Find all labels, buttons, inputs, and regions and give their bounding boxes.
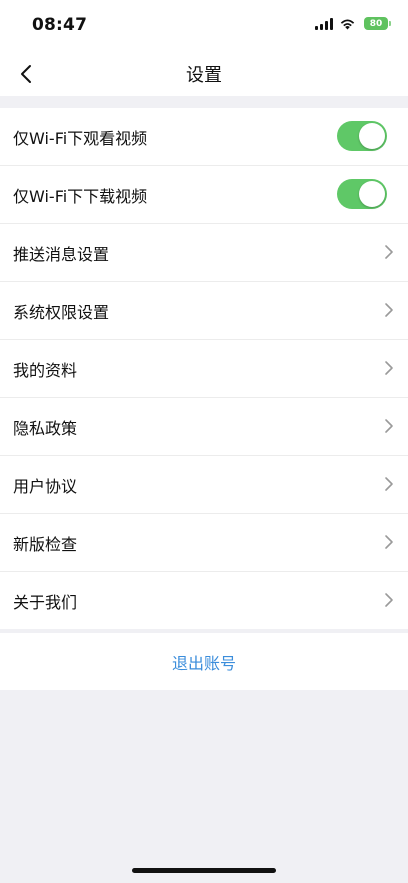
settings-item-label: 我的资料 xyxy=(13,360,78,380)
logout-button[interactable]: 退出账号 xyxy=(172,650,236,674)
nav-bar: 设置 xyxy=(0,52,408,96)
settings-item-label: 仅Wi-Fi下观看视频 xyxy=(13,128,148,148)
chevron-right-icon xyxy=(385,593,393,607)
toggle-knob xyxy=(359,181,385,207)
settings-item-label: 关于我们 xyxy=(13,592,78,612)
battery-level: 80 xyxy=(369,18,383,29)
wifi-icon xyxy=(340,19,355,30)
settings-item-label: 用户协议 xyxy=(13,476,78,496)
home-indicator[interactable] xyxy=(132,868,276,873)
settings-item-label: 仅Wi-Fi下下载视频 xyxy=(13,186,148,206)
page-title: 设置 xyxy=(186,65,222,86)
chevron-right-icon xyxy=(385,361,393,375)
settings-item-agreement[interactable]: 用户协议 xyxy=(0,456,408,514)
settings-item-about[interactable]: 关于我们 xyxy=(0,572,408,629)
settings-item-privacy[interactable]: 隐私政策 xyxy=(0,398,408,456)
signal-icon xyxy=(315,17,333,30)
settings-item-wifi-watch: 仅Wi-Fi下观看视频 xyxy=(0,108,408,166)
chevron-right-icon xyxy=(385,535,393,549)
chevron-right-icon xyxy=(385,477,393,491)
chevron-right-icon xyxy=(385,245,393,259)
settings-item-label: 推送消息设置 xyxy=(13,244,110,264)
section-divider xyxy=(0,96,408,108)
settings-item-label: 隐私政策 xyxy=(13,418,78,438)
toggle-knob xyxy=(359,123,385,149)
settings-item-push[interactable]: 推送消息设置 xyxy=(0,224,408,282)
settings-item-label: 系统权限设置 xyxy=(13,302,110,322)
logout-section: 退出账号 xyxy=(0,633,408,690)
settings-item-label: 新版检查 xyxy=(13,534,78,554)
chevron-right-icon xyxy=(385,419,393,433)
settings-item-wifi-download: 仅Wi-Fi下下载视频 xyxy=(0,166,408,224)
settings-item-profile[interactable]: 我的资料 xyxy=(0,340,408,398)
settings-item-permissions[interactable]: 系统权限设置 xyxy=(0,282,408,340)
status-time: 08:47 xyxy=(32,15,88,35)
status-bar: 08:47 80 xyxy=(0,0,408,52)
chevron-right-icon xyxy=(385,303,393,317)
status-icons: 80 xyxy=(315,17,391,30)
wifi-download-toggle[interactable] xyxy=(337,179,387,209)
battery-icon: 80 xyxy=(364,17,391,30)
settings-item-update[interactable]: 新版检查 xyxy=(0,514,408,572)
wifi-watch-toggle[interactable] xyxy=(337,121,387,151)
settings-list: 仅Wi-Fi下观看视频 仅Wi-Fi下下载视频 推送消息设置 系统权限设置 我的… xyxy=(0,108,408,629)
